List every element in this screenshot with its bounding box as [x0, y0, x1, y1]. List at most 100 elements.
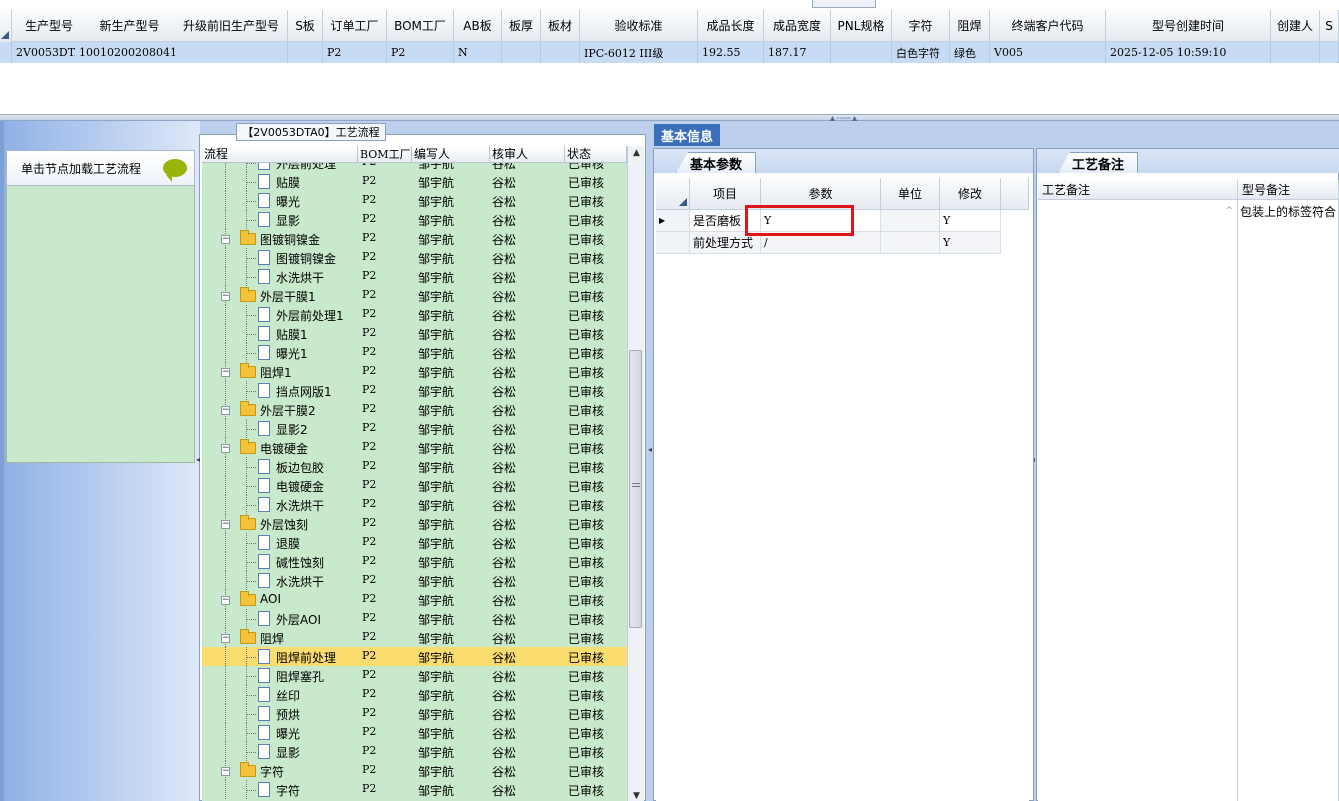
node-label[interactable]: 碱性蚀刻 — [276, 554, 324, 571]
node-label[interactable]: 板边包胶 — [276, 459, 324, 476]
tab-process-notes[interactable]: 工艺备注 — [1058, 152, 1138, 173]
tree-row[interactable]: − 阻焊 P2 邹宇航 谷松 已审核 — [202, 628, 627, 647]
node-label[interactable]: 水洗烘干 — [276, 573, 324, 590]
param-modify[interactable]: Y — [940, 232, 1001, 254]
col-header[interactable]: 终端客户代码 — [990, 10, 1106, 42]
col-header[interactable]: 字符 — [892, 10, 950, 42]
node-label[interactable]: 外层前处理 — [276, 163, 336, 172]
tree-row[interactable]: 外层AOI P2 邹宇航 谷松 已审核 — [202, 609, 627, 628]
collapse-icon[interactable]: − — [221, 235, 230, 244]
param-modify[interactable]: Y — [940, 210, 1001, 232]
tree-row[interactable]: 显影 P2 邹宇航 谷松 已审核 — [202, 210, 627, 229]
grid-cell[interactable]: 187.17 — [764, 42, 831, 63]
tree-row[interactable]: 碱性蚀刻 P2 邹宇航 谷松 已审核 — [202, 552, 627, 571]
collapse-icon[interactable]: − — [221, 634, 230, 643]
tree-row[interactable]: 图镀铜镍金 P2 邹宇航 谷松 已审核 — [202, 248, 627, 267]
node-label[interactable]: 显影 — [276, 212, 300, 229]
tab-basic-params[interactable]: 基本参数 — [676, 152, 756, 173]
tree-row[interactable]: 曝光1 P2 邹宇航 谷松 已审核 — [202, 343, 627, 362]
tree-row[interactable]: 字符 P2 邹宇航 谷松 已审核 — [202, 780, 627, 799]
tree-row[interactable]: 预烘 P2 邹宇航 谷松 已审核 — [202, 704, 627, 723]
node-label[interactable]: 贴膜 — [276, 174, 300, 191]
node-label[interactable]: 曝光 — [276, 725, 300, 742]
col-header[interactable]: 板厚 — [502, 10, 541, 42]
grid-cell[interactable]: P2 — [323, 42, 387, 63]
col-header[interactable]: 型号创建时间 — [1106, 10, 1271, 42]
grid-corner[interactable] — [0, 10, 12, 42]
node-label[interactable]: 阻焊 — [260, 630, 284, 647]
tree-col-author[interactable]: 编写人 — [412, 146, 490, 163]
collapse-icon[interactable]: − — [221, 444, 230, 453]
tree-row[interactable]: − 电镀硬金 P2 邹宇航 谷松 已审核 — [202, 438, 627, 457]
process-notes-textarea[interactable]: ^ — [1038, 200, 1238, 801]
middle-splitter-icon[interactable]: ◂ — [648, 445, 652, 454]
col-header[interactable]: 创建人 — [1271, 10, 1320, 42]
grid-cell[interactable] — [1271, 42, 1320, 63]
col-header[interactable]: 成品长度 — [698, 10, 764, 42]
tree-row[interactable]: − 外层干膜1 P2 邹宇航 谷松 已审核 — [202, 286, 627, 305]
tree-row[interactable]: 显影2 P2 邹宇航 谷松 已审核 — [202, 419, 627, 438]
notes-col-process[interactable]: 工艺备注 — [1038, 180, 1238, 200]
tree-row[interactable]: 挡点网版1 P2 邹宇航 谷松 已审核 — [202, 381, 627, 400]
node-label[interactable]: 显影2 — [276, 421, 308, 438]
grid-cell[interactable] — [1320, 42, 1339, 63]
tree-col-status[interactable]: 状态 — [565, 146, 627, 163]
grid-cell[interactable]: IPC-6012 III级 — [580, 42, 698, 63]
tree-row[interactable]: 阻焊前处理 P2 邹宇航 谷松 已审核 — [202, 647, 627, 666]
tree-row[interactable]: 电镀硬金 P2 邹宇航 谷松 已审核 — [202, 476, 627, 495]
collapse-icon[interactable]: − — [221, 520, 230, 529]
row-selector[interactable] — [0, 42, 12, 63]
node-label[interactable]: 图镀铜镍金 — [260, 231, 320, 248]
collapse-tab[interactable] — [812, 0, 876, 8]
scroll-up-icon[interactable]: ▲ — [628, 148, 645, 158]
grid-cell[interactable]: 10010200208041 — [75, 42, 185, 63]
grid-cell[interactable]: P2 — [387, 42, 454, 63]
grid-cell[interactable]: 白色字符 — [892, 42, 950, 63]
params-col-modify[interactable]: 修改 — [940, 178, 1001, 210]
grid-cell[interactable] — [831, 42, 892, 63]
col-header[interactable]: 升级前旧生产型号 — [175, 10, 288, 42]
tree-row[interactable]: 外层前处理1 P2 邹宇航 谷松 已审核 — [202, 305, 627, 324]
collapse-icon[interactable]: − — [221, 406, 230, 415]
node-label[interactable]: 外层蚀刻 — [260, 516, 308, 533]
collapse-icon[interactable]: − — [221, 292, 230, 301]
node-label[interactable]: 曝光 — [276, 193, 300, 210]
node-label[interactable]: 阻焊前处理 — [276, 649, 336, 666]
node-label[interactable]: 外层前处理1 — [276, 307, 344, 324]
node-label[interactable]: 阻焊1 — [260, 364, 292, 381]
tree-row[interactable]: 板边包胶 P2 邹宇航 谷松 已审核 — [202, 457, 627, 476]
tree-scroll-thumb[interactable] — [629, 350, 642, 628]
collapse-icon[interactable]: − — [221, 767, 230, 776]
col-header[interactable]: AB板 — [454, 10, 502, 42]
node-label[interactable]: 显影 — [276, 744, 300, 761]
node-label[interactable]: 阻焊塞孔 — [276, 668, 324, 685]
col-header[interactable]: 订单工厂 — [323, 10, 387, 42]
node-label[interactable]: 外层AOI — [276, 611, 321, 628]
scroll-down-icon[interactable]: ▼ — [628, 791, 645, 801]
tree-col-bom[interactable]: BOM工厂 — [358, 146, 412, 163]
tree-row[interactable]: 显影 P2 邹宇航 谷松 已审核 — [202, 742, 627, 761]
grid-cell[interactable]: 绿色 — [950, 42, 990, 63]
node-label[interactable]: 电镀硬金 — [260, 440, 308, 457]
node-label[interactable]: 电镀硬金 — [276, 478, 324, 495]
col-header[interactable]: 板材 — [541, 10, 580, 42]
node-label[interactable]: 预烘 — [276, 706, 300, 723]
grid-cell[interactable]: 2025-12-05 10:59:10 — [1106, 42, 1271, 63]
grid-cell[interactable] — [541, 42, 580, 63]
col-header[interactable]: PNL规格 — [831, 10, 892, 42]
grid-cell[interactable]: V005 — [990, 42, 1106, 63]
node-label[interactable]: 外层干膜2 — [260, 402, 316, 419]
col-header[interactable]: 新生产型号 — [75, 10, 185, 42]
left-splitter-icon[interactable]: ◂ — [196, 455, 200, 464]
tree-row[interactable]: 外层前处理 P2 邹宇航 谷松 已审核 — [202, 163, 627, 172]
col-header[interactable]: S — [1320, 10, 1339, 42]
tab-basic-info[interactable]: 基本信息 — [654, 124, 720, 146]
col-header[interactable]: 验收标准 — [580, 10, 698, 42]
tree-col-reviewer[interactable]: 核审人 — [490, 146, 565, 163]
col-header[interactable]: BOM工厂 — [387, 10, 454, 42]
tree-row[interactable]: − 外层蚀刻 P2 邹宇航 谷松 已审核 — [202, 514, 627, 533]
node-label[interactable]: 贴膜1 — [276, 326, 308, 343]
tree-col-process[interactable]: 流程 — [202, 146, 358, 163]
params-col-unit[interactable]: 单位 — [881, 178, 940, 210]
grid-cell[interactable] — [175, 42, 288, 63]
